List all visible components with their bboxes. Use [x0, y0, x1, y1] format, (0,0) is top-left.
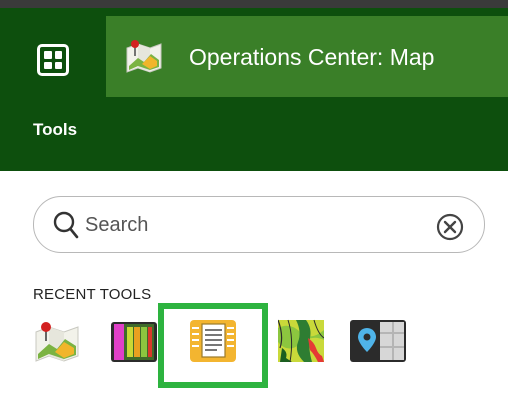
recent-tool-field-analyzer[interactable]	[111, 318, 157, 364]
window-top-strip	[0, 0, 508, 8]
grid-icon	[37, 44, 69, 76]
search-box	[33, 196, 485, 253]
section-label: Tools	[33, 120, 78, 139]
map-icon	[35, 322, 79, 362]
recent-tools-heading: RECENT TOOLS	[33, 286, 152, 303]
recent-tool-yield-map[interactable]	[278, 318, 324, 364]
recent-tool-map[interactable]	[34, 318, 80, 364]
clear-search-icon[interactable]	[435, 212, 465, 242]
app-header: Operations Center: Map Tools	[0, 8, 508, 171]
recent-tool-equipment-location[interactable]	[350, 318, 406, 364]
tab-operations-center-map[interactable]: Operations Center: Map	[106, 16, 508, 97]
search-input[interactable]	[85, 211, 415, 239]
field-analyzer-icon	[111, 322, 157, 362]
selected-tool-highlight	[158, 303, 268, 388]
tab-title: Operations Center: Map	[189, 44, 435, 70]
equipment-location-icon	[350, 320, 406, 362]
search-icon	[53, 211, 79, 239]
map-icon	[126, 40, 162, 73]
apps-menu-button[interactable]	[18, 26, 88, 94]
yield-map-icon	[278, 319, 324, 363]
